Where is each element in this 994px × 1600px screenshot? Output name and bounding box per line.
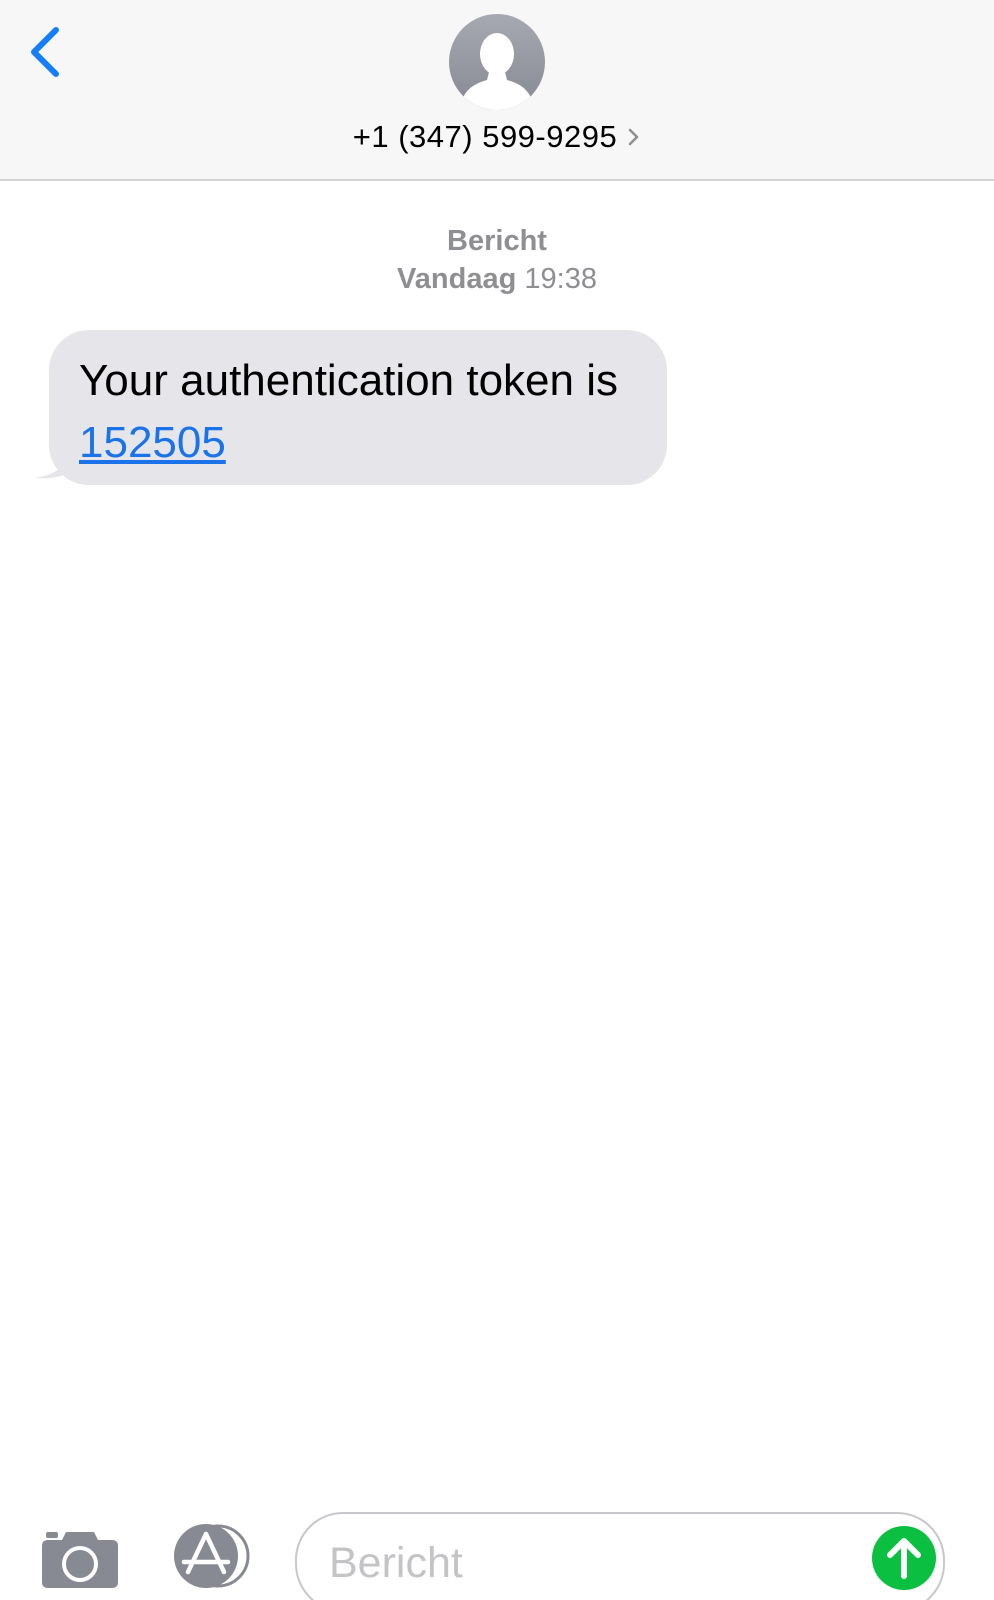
message-bubble[interactable]: Your authentication token is 152505 <box>49 330 667 485</box>
contact-avatar[interactable] <box>449 14 545 110</box>
message-input[interactable] <box>327 1532 851 1594</box>
message-timestamp: Bericht Vandaag 19:38 <box>0 222 994 298</box>
chevron-left-icon <box>31 27 59 77</box>
message-composer <box>295 1512 945 1600</box>
apps-button[interactable] <box>168 1522 256 1590</box>
contact-details-link[interactable]: +1 (347) 599-9295 <box>0 115 994 159</box>
back-button[interactable] <box>22 20 72 90</box>
arrow-up-icon <box>887 1538 921 1579</box>
time-label: 19:38 <box>524 263 597 295</box>
message-text: Your authentication token is <box>79 356 618 405</box>
camera-icon <box>42 1532 118 1588</box>
messages-screen: +1 (347) 599-9295 Bericht Vandaag 19:38 … <box>0 0 994 1600</box>
conversation-header: +1 (347) 599-9295 <box>0 0 994 181</box>
contact-name: +1 (347) 599-9295 <box>352 119 618 154</box>
token-link[interactable]: 152505 <box>79 418 226 467</box>
service-label: Bericht <box>447 225 547 257</box>
chevron-right-icon <box>628 128 639 146</box>
send-button[interactable] <box>872 1526 936 1590</box>
incoming-message: Your authentication token is 152505 <box>34 330 684 490</box>
app-store-icon <box>174 1524 250 1588</box>
person-silhouette-icon <box>459 33 535 110</box>
day-label: Vandaag <box>397 263 517 295</box>
camera-button[interactable] <box>40 1528 120 1590</box>
